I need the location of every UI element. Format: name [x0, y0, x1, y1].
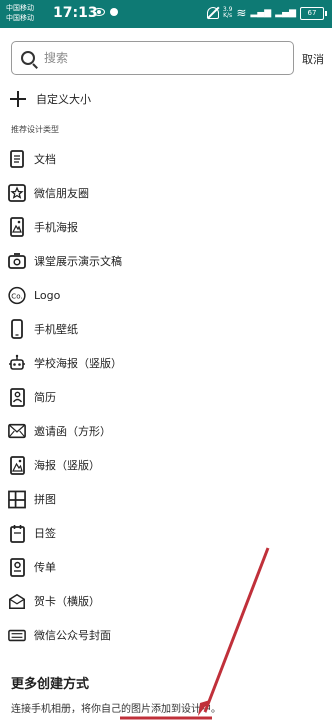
- annotation-arrow-icon: [120, 547, 270, 720]
